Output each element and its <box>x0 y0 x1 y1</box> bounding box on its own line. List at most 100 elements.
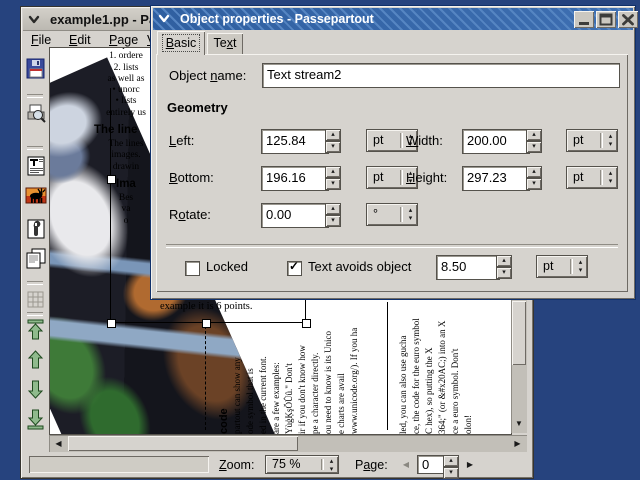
bottom-input[interactable]: 196.16 <box>261 166 329 191</box>
width-input[interactable]: 200.00 <box>462 129 530 154</box>
close-button[interactable] <box>618 11 638 28</box>
paragraph: The lines images. drawin <box>108 139 144 172</box>
combo-arrows-icon: ▴ ▾ <box>608 133 613 148</box>
tab-text[interactable]: Text <box>207 33 243 55</box>
spin-down-icon[interactable]: ▾ <box>325 141 341 153</box>
xml-source-icon[interactable] <box>24 217 48 241</box>
dialog-title: Object properties - Passepartout <box>180 12 374 26</box>
text-avoids-unit-combo[interactable]: pt ▴ ▾ <box>536 255 588 278</box>
selection-handle[interactable] <box>107 319 116 328</box>
text-column[interactable]: It is possib 1. ordere 2. lists as well … <box>94 48 158 227</box>
lower-icon[interactable] <box>24 378 48 402</box>
combo-divider <box>400 207 403 222</box>
text-avoids-label: Text avoids object <box>308 259 412 274</box>
horizontal-scrollbar-thumb[interactable] <box>68 436 298 451</box>
zoom-combo[interactable]: 75 % ▴ ▾ <box>265 455 339 474</box>
text-avoids-input[interactable]: 8.50 <box>436 255 500 280</box>
grid-icon[interactable] <box>24 288 48 312</box>
minimize-button[interactable] <box>574 11 594 28</box>
selection-handle[interactable] <box>302 319 311 328</box>
dialog-titlebar[interactable]: Object properties - Passepartout <box>153 8 638 30</box>
combo-divider <box>570 259 573 274</box>
tab-text-label: Text <box>213 36 237 50</box>
paragraph: It is possib 1. ordere 2. lists as well … <box>105 48 146 118</box>
selection-handle[interactable] <box>107 175 116 184</box>
rotate-spinner[interactable]: ▴ ▾ <box>325 203 341 227</box>
rotate-unit-combo[interactable]: ° ▴ ▾ <box>366 203 418 226</box>
width-spinner[interactable]: ▴ ▾ <box>526 129 542 153</box>
raise-icon[interactable] <box>24 348 48 372</box>
combo-divider <box>600 133 603 148</box>
vertical-scrollbar-thumb[interactable] <box>512 301 526 365</box>
spin-down-icon[interactable]: ▾ <box>325 215 341 227</box>
bottom-spinner[interactable]: ▴ ▾ <box>325 166 341 190</box>
unit-value: pt <box>573 133 584 147</box>
lower-to-bottom-icon[interactable] <box>24 408 48 432</box>
scroll-left-icon[interactable]: ◀ <box>51 436 66 451</box>
unit-value: pt <box>373 170 384 184</box>
maximize-icon <box>599 13 613 26</box>
raise-to-top-icon[interactable] <box>24 318 48 342</box>
unit-value: pt <box>543 259 554 273</box>
object-name-label: Object name: <box>169 68 247 83</box>
chevron-down-icon <box>28 15 40 24</box>
minimize-icon <box>579 22 589 25</box>
spin-up-icon[interactable]: ▴ <box>496 255 512 267</box>
left-spinner[interactable]: ▴ ▾ <box>325 129 341 153</box>
window-menu-button[interactable] <box>25 11 43 29</box>
save-icon[interactable] <box>24 57 48 81</box>
locked-checkbox[interactable] <box>185 261 200 276</box>
combo-divider <box>600 170 603 185</box>
page-label: Page: <box>355 458 388 472</box>
paragraph: Bes va o <box>118 192 134 226</box>
spin-down-icon[interactable]: ▾ <box>526 141 542 153</box>
image-frame-icon[interactable] <box>24 184 48 208</box>
rotate-input[interactable]: 0.00 <box>261 203 329 228</box>
spin-up-icon[interactable]: ▴ <box>325 129 341 141</box>
text-avoids-spinner[interactable]: ▴ ▾ <box>496 255 512 279</box>
menu-page[interactable]: Page <box>109 33 138 47</box>
spin-down-icon[interactable]: ▾ <box>526 178 542 190</box>
spin-up-icon[interactable]: ▴ <box>325 166 341 178</box>
height-unit-combo[interactable]: pt ▴ ▾ <box>566 166 618 189</box>
width-label: Width: <box>406 133 443 148</box>
left-input[interactable]: 125.84 <box>261 129 329 154</box>
page-next-icon[interactable]: ▶ <box>463 457 477 472</box>
object-name-input[interactable]: Text stream2 <box>262 63 620 88</box>
text-frame-icon[interactable] <box>24 154 48 178</box>
text-avoids-checkbox[interactable]: ✓ <box>287 259 302 276</box>
spin-up-icon[interactable]: ▴ <box>325 203 341 215</box>
height-input[interactable]: 297.23 <box>462 166 530 191</box>
tab-basic[interactable]: Basic <box>157 31 205 55</box>
geometry-heading: Geometry <box>167 100 228 115</box>
maximize-button[interactable] <box>596 11 616 28</box>
selection-handle[interactable] <box>202 319 211 328</box>
scroll-right-icon[interactable]: ▶ <box>510 436 525 451</box>
spin-up-icon[interactable]: ▴ <box>443 455 459 467</box>
left-label: Left: <box>169 133 195 148</box>
window-menu-button[interactable] <box>155 10 173 28</box>
page-spinner[interactable]: ▴ ▾ <box>443 455 459 479</box>
check-icon: ✓ <box>289 259 300 273</box>
spin-down-icon[interactable]: ▾ <box>443 467 459 479</box>
rotated-text-frame[interactable]: led, you can also use gucha ce, the code… <box>397 302 475 434</box>
spin-down-icon[interactable]: ▾ <box>325 178 341 190</box>
combo-divider <box>400 170 403 185</box>
frame-guide-dashed <box>205 326 206 430</box>
selection-edge-left[interactable] <box>110 88 111 323</box>
rotate-label: Rotate: <box>169 207 211 222</box>
scroll-down-icon[interactable]: ▼ <box>512 416 526 431</box>
height-spinner[interactable]: ▴ ▾ <box>526 166 542 190</box>
spin-down-icon[interactable]: ▾ <box>496 267 512 279</box>
menu-edit[interactable]: Edit <box>69 33 91 47</box>
horizontal-scrollbar[interactable]: ◀ ▶ <box>49 435 527 452</box>
unit-value: pt <box>573 170 584 184</box>
print-preview-icon[interactable] <box>24 102 48 126</box>
bottom-label: Bottom: <box>169 170 214 185</box>
spin-up-icon[interactable]: ▴ <box>526 166 542 178</box>
menu-file[interactable]: File <box>31 33 51 47</box>
width-unit-combo[interactable]: pt ▴ ▾ <box>566 129 618 152</box>
copy-documents-icon[interactable] <box>24 247 48 271</box>
spin-up-icon[interactable]: ▴ <box>526 129 542 141</box>
page-prev-icon[interactable]: ◀ <box>399 457 413 472</box>
